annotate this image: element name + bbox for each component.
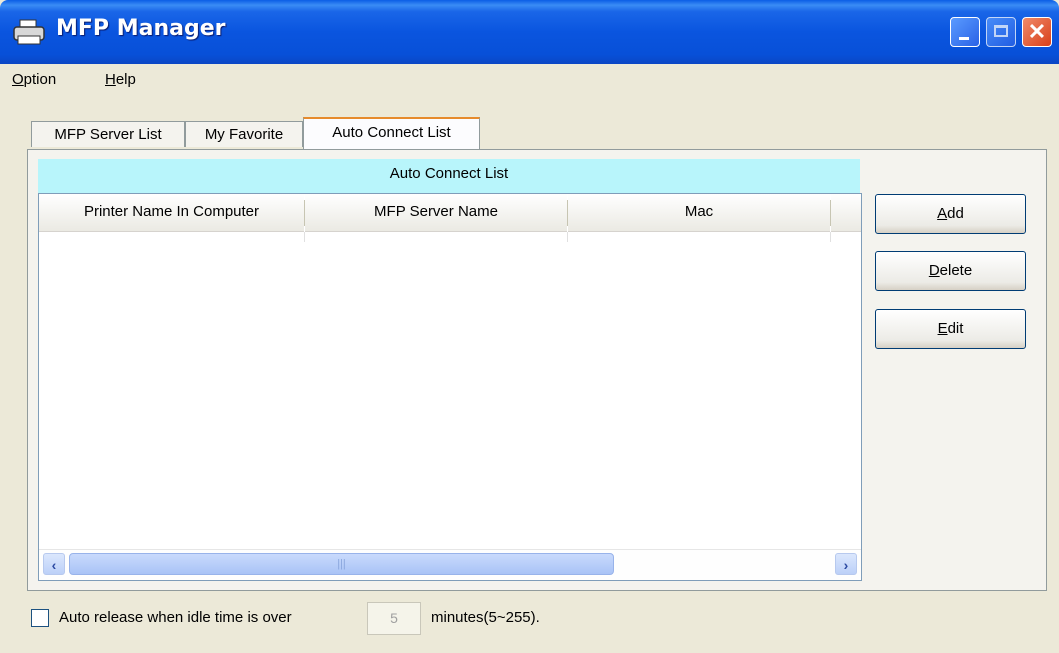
add-mnemonic: A <box>937 205 948 222</box>
close-button[interactable]: ✕ <box>1022 17 1052 47</box>
add-label: dd <box>947 205 964 222</box>
window-title: MFP Manager <box>56 16 226 41</box>
edit-button[interactable]: Edit <box>875 309 1026 349</box>
menu-option-mnemonic: O <box>12 71 24 88</box>
scroll-left-arrow-icon[interactable]: ‹ <box>43 553 65 575</box>
auto-connect-list[interactable]: Printer Name In Computer MFP Server Name… <box>38 193 862 581</box>
column-header-mfp-server-name[interactable]: MFP Server Name <box>305 194 567 232</box>
tab-auto-connect-list[interactable]: Auto Connect List <box>303 117 480 149</box>
menu-bar: Option Help <box>0 64 1059 94</box>
edit-label: dit <box>947 320 964 337</box>
scrollbar-thumb[interactable]: ||| <box>69 553 614 575</box>
menu-option-label: ption <box>23 71 57 88</box>
menu-help-label: elp <box>115 71 136 88</box>
tab-my-favorite[interactable]: My Favorite <box>185 121 303 147</box>
minimize-icon <box>959 37 969 40</box>
column-header-printer-name[interactable]: Printer Name In Computer <box>39 194 304 232</box>
title-bar[interactable]: MFP Manager ✕ <box>0 0 1059 64</box>
column-header-mac[interactable]: Mac <box>568 194 830 232</box>
close-icon: ✕ <box>1027 19 1047 44</box>
auto-release-checkbox[interactable] <box>31 609 49 627</box>
menu-help-mnemonic: H <box>105 71 116 88</box>
menu-option[interactable]: Option <box>12 71 56 88</box>
delete-label: elete <box>939 262 973 279</box>
minutes-range-label: minutes(5~255). <box>431 609 540 626</box>
printer-icon <box>13 19 45 45</box>
tab-mfp-server-list[interactable]: MFP Server List <box>31 121 185 147</box>
grid-line <box>304 232 305 242</box>
delete-button[interactable]: Delete <box>875 251 1026 291</box>
edit-mnemonic: E <box>937 320 948 337</box>
auto-release-label: Auto release when idle time is over <box>59 609 292 626</box>
add-button[interactable]: Add <box>875 194 1026 234</box>
menu-help[interactable]: Help <box>105 71 136 88</box>
grid-line <box>567 232 568 242</box>
list-caption: Auto Connect List <box>38 159 860 193</box>
maximize-button[interactable] <box>986 17 1016 47</box>
idle-minutes-input[interactable]: 5 <box>367 602 421 635</box>
scroll-right-arrow-icon[interactable]: › <box>835 553 857 575</box>
maximize-icon <box>994 25 1008 37</box>
delete-mnemonic: D <box>928 262 940 279</box>
column-header-truncated[interactable] <box>831 194 861 232</box>
minimize-button[interactable] <box>950 17 980 47</box>
horizontal-scrollbar[interactable]: ‹ ||| › <box>39 549 861 580</box>
grid-line <box>830 232 831 242</box>
